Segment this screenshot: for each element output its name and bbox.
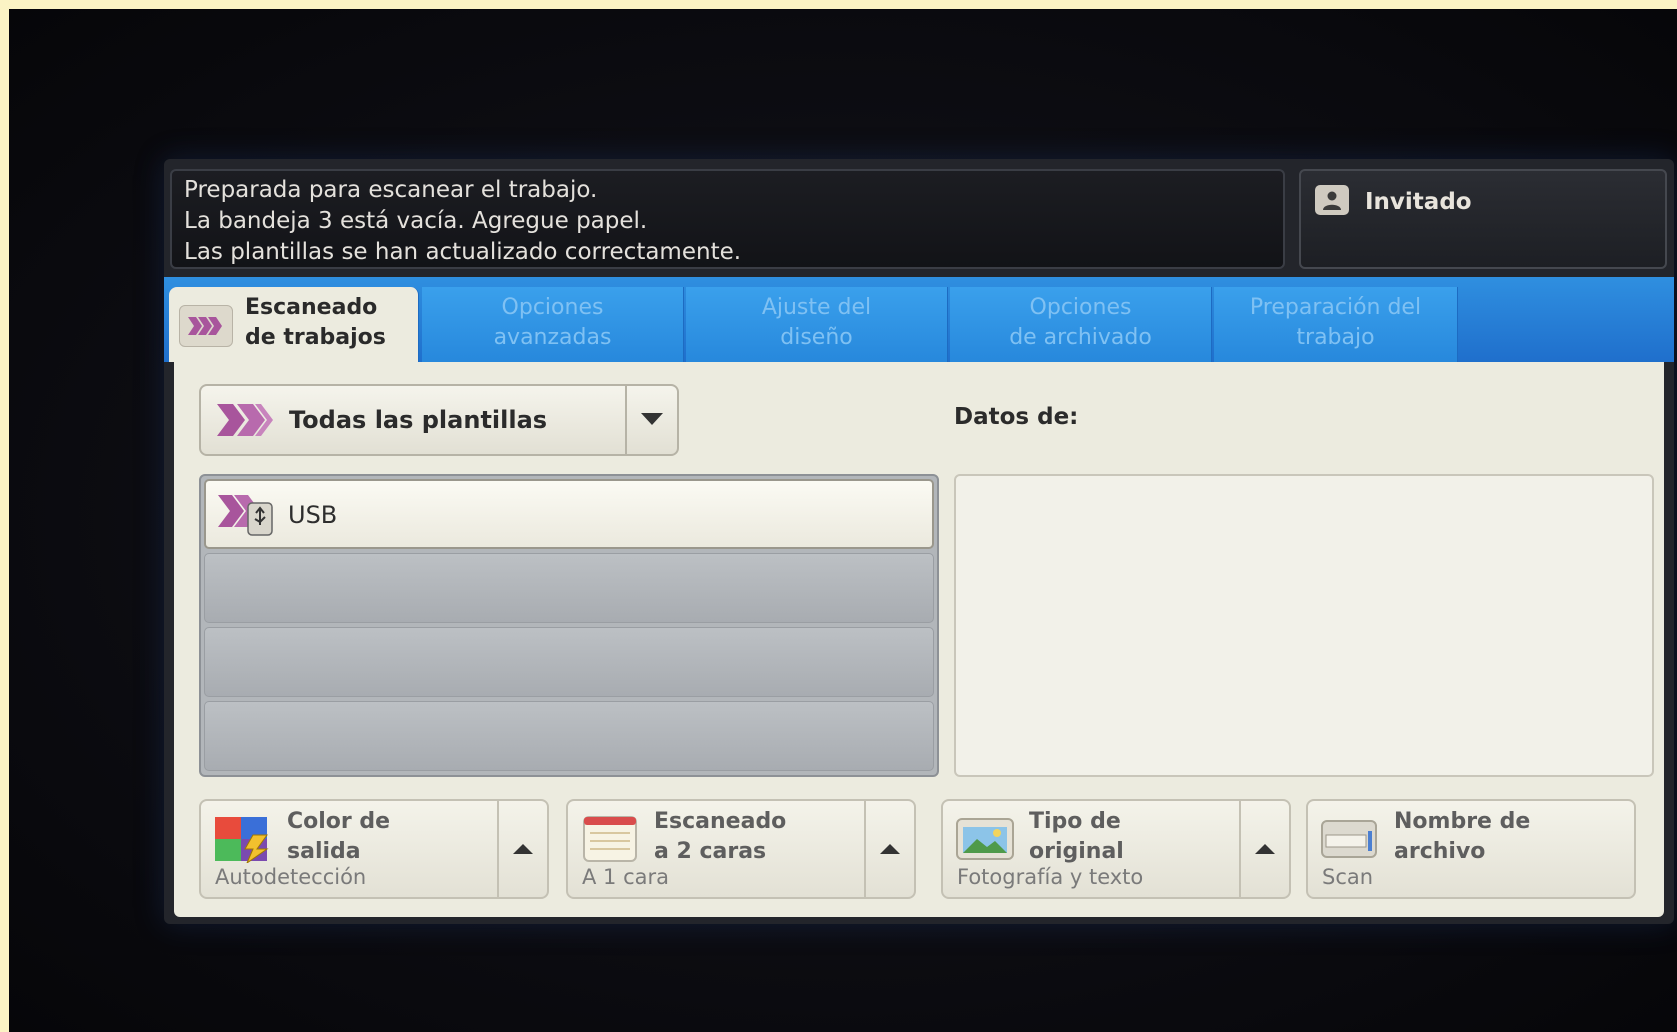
chevron-up-icon <box>512 840 534 859</box>
tab-strip: Escaneado de trabajos Opciones avanzadas… <box>164 277 1674 362</box>
file-name-button[interactable]: Nombre de archivo Scan <box>1306 799 1636 899</box>
login-button[interactable]: Invitado <box>1299 169 1667 269</box>
feature-title: Tipo de original <box>1029 807 1219 867</box>
chevron-up-icon <box>879 840 901 859</box>
feature-title-line2: original <box>1029 839 1124 864</box>
tab-ajuste-del-diseno[interactable]: Ajuste del diseño <box>686 287 948 362</box>
feature-value: Fotografía y texto <box>957 865 1144 889</box>
details-heading: Datos de: <box>954 404 1079 430</box>
tab-label-line2: trabajo <box>1296 325 1375 350</box>
template-details-box <box>954 474 1654 777</box>
photo-text-icon <box>955 815 1015 867</box>
workflow-scan-icon <box>179 305 233 347</box>
touch-screen: Preparada para escanear el trabajo. La b… <box>164 159 1674 924</box>
tab-label-line1: Ajuste del <box>761 295 872 320</box>
main-panel: Todas las plantillas Datos de: USB Color… <box>174 362 1664 917</box>
feature-value: Scan <box>1322 865 1374 889</box>
template-list-empty-row <box>204 627 934 697</box>
tab-label-line1: Preparación del <box>1249 295 1422 320</box>
file-name-icon <box>1320 815 1380 867</box>
usb-template-icon <box>216 491 276 541</box>
template-list-empty-row <box>204 701 934 771</box>
tab-label-line1: Escaneado <box>245 295 378 320</box>
tab-label-line2: diseño <box>780 325 853 350</box>
feature-title-line1: Nombre de <box>1394 809 1531 834</box>
template-item-label: USB <box>288 501 338 529</box>
feature-title: Nombre de archivo <box>1394 807 1584 867</box>
tab-preparacion-del-trabajo[interactable]: Preparación del trabajo <box>1214 287 1458 362</box>
template-list: USB <box>199 474 939 777</box>
feature-expand-button[interactable] <box>864 801 914 897</box>
feature-expand-button[interactable] <box>1239 801 1289 897</box>
feature-value: Autodetección <box>215 865 367 889</box>
feature-title-line1: Escaneado <box>654 809 787 834</box>
user-icon <box>1315 185 1349 215</box>
status-line-ready: Preparada para escanear el trabajo. <box>184 177 598 203</box>
status-line-tray: La bandeja 3 está vacía. Agregue papel. <box>184 208 648 234</box>
feature-expand-button[interactable] <box>497 801 547 897</box>
chevron-up-icon <box>1254 840 1276 859</box>
tab-escaneado-de-trabajos[interactable]: Escaneado de trabajos <box>169 287 419 362</box>
two-sided-scan-icon <box>580 815 640 867</box>
feature-value: A 1 cara <box>582 865 669 889</box>
dropdown-arrow-button[interactable] <box>625 386 677 454</box>
tab-label-line2: de archivado <box>1009 325 1152 350</box>
chevron-down-icon <box>640 411 664 430</box>
tab-label-line2: de trabajos <box>245 325 386 350</box>
feature-title-line2: a 2 caras <box>654 839 767 864</box>
tab-label-line1: Opciones <box>501 295 604 320</box>
two-sided-scan-button[interactable]: Escaneado a 2 caras A 1 cara <box>566 799 916 899</box>
tab-label-line2: avanzadas <box>493 325 612 350</box>
original-type-button[interactable]: Tipo de original Fotografía y texto <box>941 799 1291 899</box>
template-chevrons-icon <box>215 400 275 444</box>
template-filter-dropdown[interactable]: Todas las plantillas <box>199 384 679 456</box>
feature-title-line2: archivo <box>1394 839 1486 864</box>
template-filter-label: Todas las plantillas <box>289 406 548 434</box>
feature-title-line1: Color de <box>287 809 391 834</box>
feature-title: Escaneado a 2 caras <box>654 807 844 867</box>
tab-label-line1: Opciones <box>1029 295 1132 320</box>
template-list-item-usb[interactable]: USB <box>204 479 934 549</box>
tab-opciones-avanzadas[interactable]: Opciones avanzadas <box>422 287 684 362</box>
tab-opciones-de-archivado[interactable]: Opciones de archivado <box>950 287 1212 362</box>
feature-title-line1: Tipo de <box>1029 809 1121 834</box>
user-label: Invitado <box>1365 189 1472 215</box>
feature-title: Color de salida <box>287 807 477 867</box>
feature-title-line2: salida <box>287 839 361 864</box>
status-line-templates: Las plantillas se han actualizado correc… <box>184 239 742 265</box>
color-output-icon <box>213 815 273 867</box>
device-bezel: Preparada para escanear el trabajo. La b… <box>9 9 1677 1032</box>
output-color-button[interactable]: Color de salida Autodetección <box>199 799 549 899</box>
status-message-area: Preparada para escanear el trabajo. La b… <box>170 169 1285 269</box>
template-list-empty-row <box>204 553 934 623</box>
